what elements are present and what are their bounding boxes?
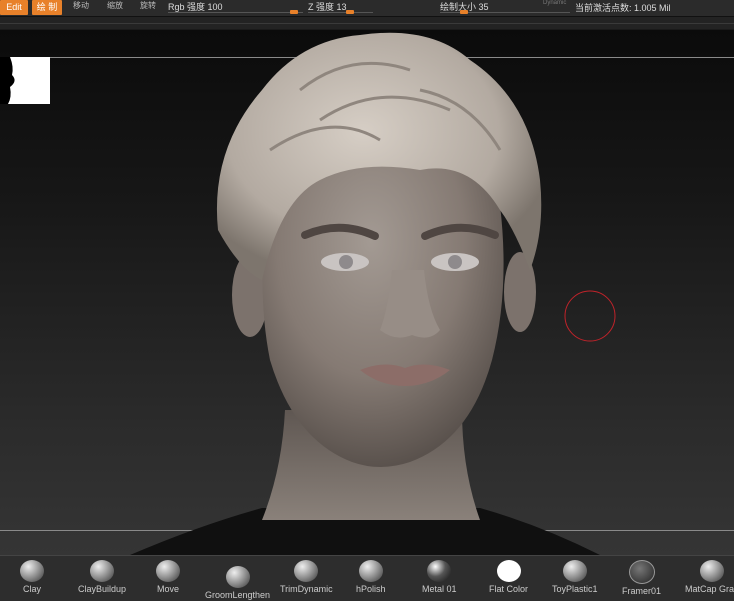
brush-trimdynamic[interactable]: TrimDynamic bbox=[280, 560, 333, 594]
move-brush-icon bbox=[156, 560, 180, 582]
hpolish-brush-icon bbox=[358, 560, 383, 582]
framer-material-icon bbox=[628, 560, 655, 584]
z-intensity-slider[interactable]: Z 强度 13 bbox=[308, 0, 373, 16]
brush-claybuildup[interactable]: ClayBuildup bbox=[78, 560, 126, 594]
draw-button[interactable]: 绘 制 bbox=[32, 0, 62, 15]
move-button[interactable]: 移动 bbox=[68, 0, 94, 14]
slider-track bbox=[168, 12, 303, 13]
groomlengthen-brush-icon bbox=[225, 566, 250, 588]
material-label: Metal 01 bbox=[422, 584, 457, 594]
brush-label: Clay bbox=[22, 584, 41, 594]
clay-brush-icon bbox=[20, 560, 44, 582]
viewport-canvas[interactable] bbox=[0, 30, 734, 555]
top-toolbar: Edit 绘 制 移动 缩放 旋转 Rgb 强度 100 Z 强度 13 绘制大… bbox=[0, 0, 734, 17]
flat-color-material-icon bbox=[496, 560, 521, 582]
slider-knob[interactable] bbox=[460, 10, 468, 14]
material-flatcolor[interactable]: Flat Color bbox=[489, 560, 528, 594]
brush-hpolish[interactable]: hPolish bbox=[356, 560, 386, 594]
divider bbox=[0, 23, 734, 24]
brush-cursor-icon bbox=[564, 290, 616, 342]
slider-knob[interactable] bbox=[346, 10, 354, 14]
scale-button[interactable]: 缩放 bbox=[102, 0, 128, 14]
brush-move[interactable]: Move bbox=[156, 560, 180, 594]
brush-label: Move bbox=[156, 584, 179, 594]
material-framer01[interactable]: Framer01 bbox=[622, 560, 661, 596]
matcap-gray-material-icon bbox=[699, 560, 724, 582]
active-points-status: 当前激活点数: 1.005 Mil bbox=[575, 3, 671, 13]
brush-label: GroomLengthen bbox=[205, 590, 271, 600]
material-label: ToyPlastic1 bbox=[552, 584, 598, 594]
secondary-toolbar bbox=[0, 17, 734, 29]
metal-material-icon bbox=[427, 560, 452, 582]
brush-label: ClayBuildup bbox=[78, 584, 127, 594]
sculpt-model bbox=[130, 32, 600, 555]
brush-label: TrimDynamic bbox=[280, 584, 333, 594]
claybuildup-brush-icon bbox=[90, 560, 115, 582]
slider-knob[interactable] bbox=[290, 10, 298, 14]
material-label: Framer01 bbox=[622, 586, 662, 596]
trimdynamic-brush-icon bbox=[294, 560, 319, 582]
material-toyplastic[interactable]: ToyPlastic1 bbox=[552, 560, 598, 594]
brush-shelf: Clay ClayBuildup Move GroomLengthen Trim… bbox=[0, 555, 734, 601]
material-metal01[interactable]: Metal 01 bbox=[422, 560, 457, 594]
brush-groomlengthen[interactable]: GroomLengthen bbox=[205, 566, 270, 600]
material-label: MatCap Gray bbox=[685, 584, 734, 594]
material-label: Flat Color bbox=[489, 584, 529, 594]
dynamic-toggle[interactable]: Dynamic bbox=[543, 0, 566, 6]
edit-button[interactable]: Edit bbox=[0, 0, 28, 15]
toyplastic-material-icon bbox=[562, 560, 587, 582]
slider-track bbox=[308, 12, 373, 13]
right-iris-shape bbox=[448, 255, 462, 269]
brush-label: hPolish bbox=[356, 584, 386, 594]
rotate-button[interactable]: 旋转 bbox=[135, 0, 161, 14]
left-iris-shape bbox=[339, 255, 353, 269]
brush-clay[interactable]: Clay bbox=[20, 560, 44, 594]
material-matcapgray[interactable]: MatCap Gray bbox=[685, 560, 734, 594]
rgb-intensity-slider[interactable]: Rgb 强度 100 bbox=[168, 0, 303, 16]
